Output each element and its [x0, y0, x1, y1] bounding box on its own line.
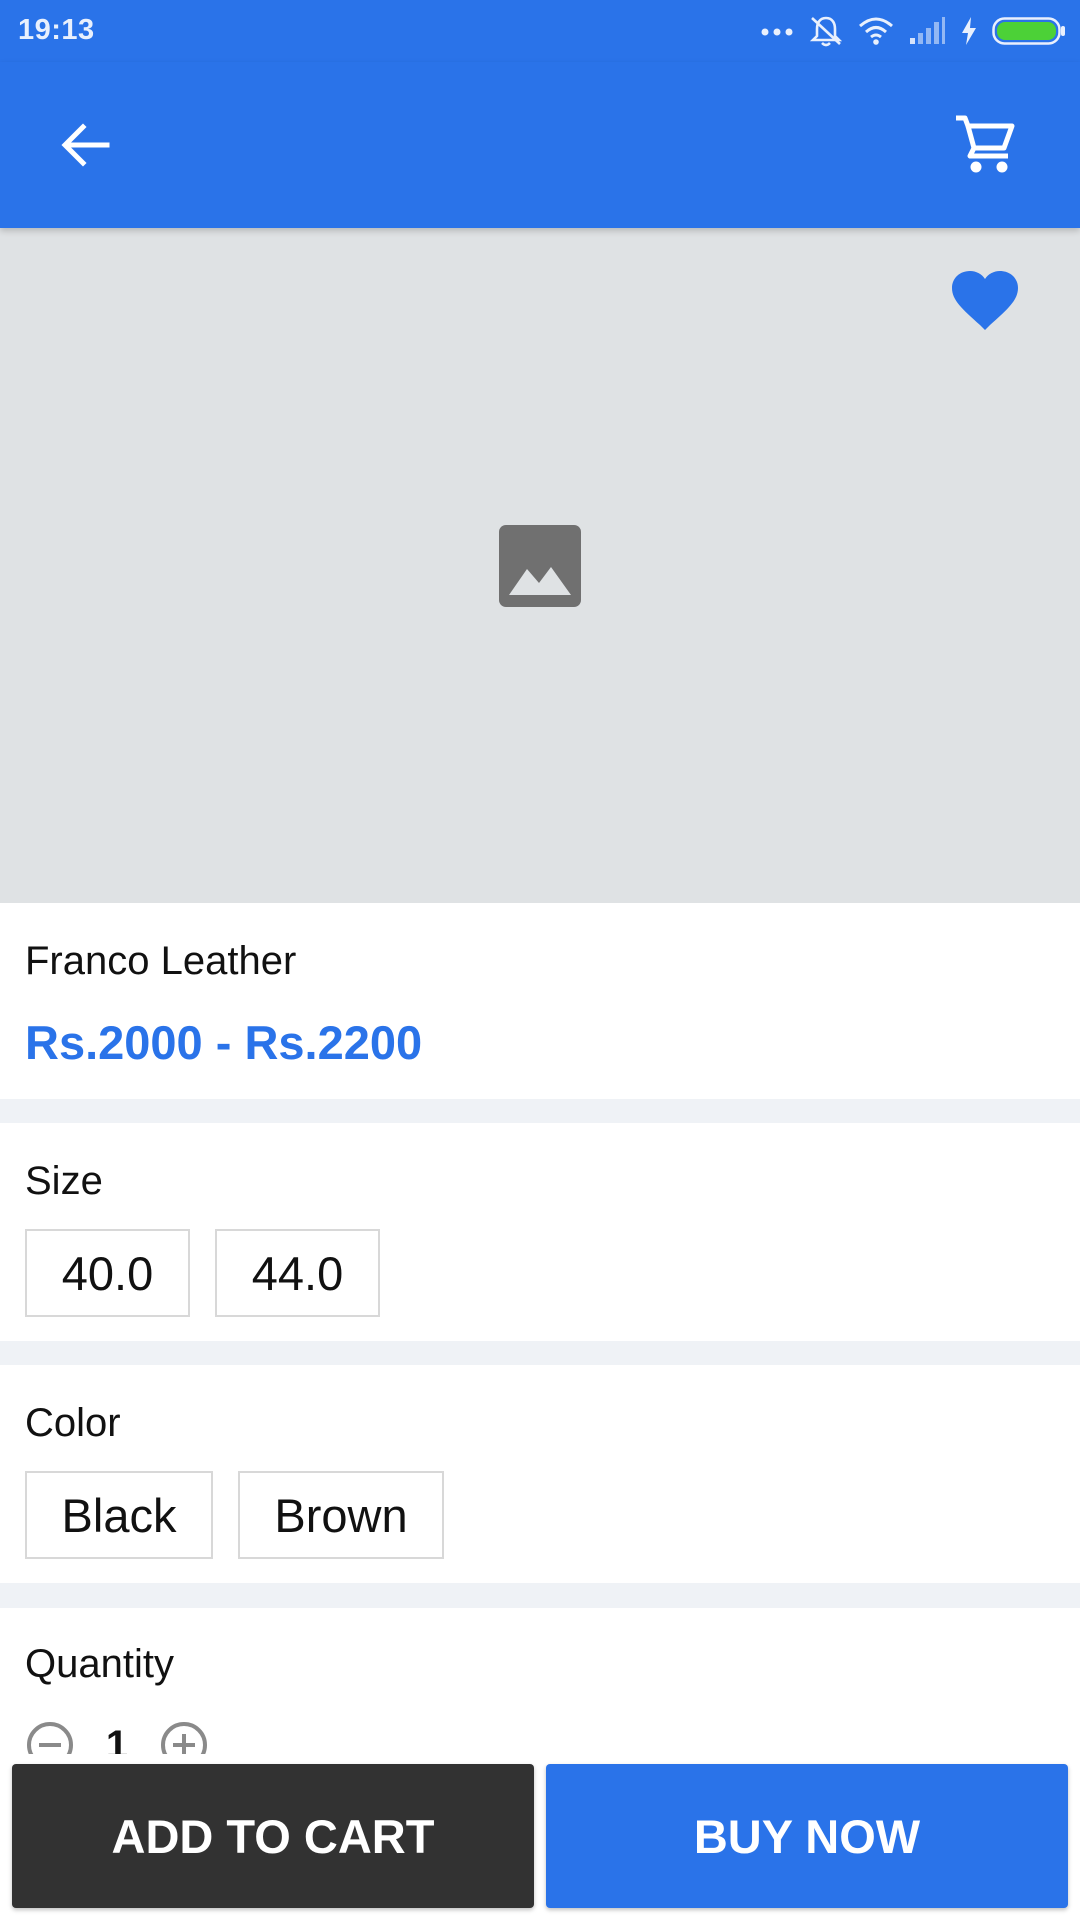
- battery-icon: [992, 17, 1065, 45]
- divider: [0, 1341, 1080, 1365]
- size-label: Size: [25, 1159, 103, 1203]
- color-options: Black Brown: [25, 1471, 444, 1559]
- color-option[interactable]: Black: [25, 1471, 213, 1559]
- product-image: [0, 228, 1080, 903]
- divider: [0, 1099, 1080, 1123]
- cellular-signal-icon: [910, 17, 945, 44]
- product-info: Franco Leather Rs.2000 - Rs.2200: [0, 903, 1080, 1099]
- color-section: Color Black Brown: [0, 1365, 1080, 1583]
- size-section: Size 40.0 44.0: [0, 1123, 1080, 1341]
- wifi-icon: [859, 17, 893, 45]
- image-icon: [499, 525, 581, 607]
- heart-icon: [952, 271, 1018, 330]
- size-options: 40.0 44.0: [25, 1229, 380, 1317]
- buy-now-button[interactable]: BUY NOW: [546, 1764, 1068, 1908]
- charging-icon: [962, 17, 976, 45]
- quantity-label: Quantity: [25, 1642, 174, 1686]
- product-name: Franco Leather: [25, 939, 297, 983]
- status-icons: [760, 10, 1066, 52]
- arrow-back-icon: [61, 123, 110, 167]
- divider: [0, 1583, 1080, 1608]
- shopping-cart-icon: [956, 115, 1015, 173]
- add-to-cart-button[interactable]: ADD TO CART: [12, 1764, 534, 1908]
- app-bar: [0, 62, 1080, 228]
- product-price: Rs.2000 - Rs.2200: [25, 1016, 423, 1069]
- favorite-button[interactable]: [950, 270, 1020, 334]
- cart-button[interactable]: [948, 108, 1022, 182]
- color-label: Color: [25, 1401, 121, 1445]
- bottom-action-bar: ADD TO CART BUY NOW: [0, 1754, 1080, 1920]
- status-time: 19:13: [18, 14, 95, 46]
- vibrate-silent-icon: [809, 16, 843, 47]
- size-option[interactable]: 44.0: [215, 1229, 380, 1317]
- size-option[interactable]: 40.0: [25, 1229, 190, 1317]
- more-dots-icon: [761, 28, 793, 36]
- back-button[interactable]: [52, 112, 118, 178]
- status-bar: 19:13: [0, 0, 1080, 62]
- color-option[interactable]: Brown: [238, 1471, 444, 1559]
